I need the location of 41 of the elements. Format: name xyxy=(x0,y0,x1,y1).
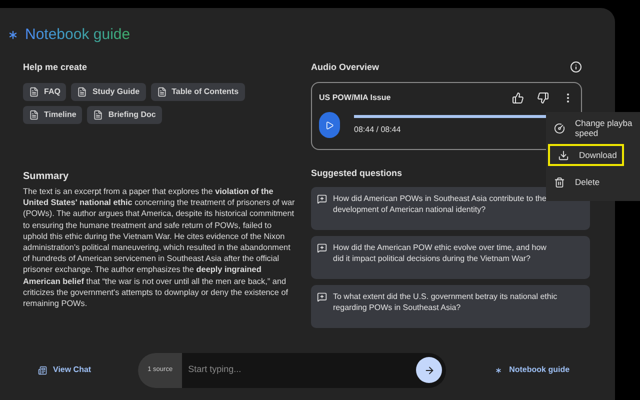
sparkle-icon xyxy=(494,366,504,374)
trash-icon xyxy=(554,176,565,188)
thumbs-up-icon[interactable] xyxy=(512,92,524,104)
chat-add-icon xyxy=(317,242,327,252)
document-icon xyxy=(77,87,88,97)
play-icon xyxy=(325,120,334,130)
chat-add-icon xyxy=(317,194,327,204)
time-text: 08:44 / 08:44 xyxy=(354,124,401,136)
menu-item[interactable]: Download xyxy=(548,144,624,166)
document-icon xyxy=(29,110,39,120)
track-title: US POW/MIA Issue xyxy=(319,92,392,104)
download-icon xyxy=(558,150,569,160)
question-text: How did the American POW ethic evolve over time, and how did it impact political decisions during the Vietnam War? xyxy=(333,242,548,265)
question-text: To what extent did the U.S. government betray its national ethic regarding POWs in Southeast Asia? xyxy=(333,290,558,314)
section-heading: Audio Overview xyxy=(311,60,380,74)
info-icon[interactable] xyxy=(570,61,582,74)
question-card[interactable]: To what extent did the U.S. government betray its national ethic regarding POWs in Southeast Asia? xyxy=(311,284,590,328)
message-field[interactable]: Start typing... xyxy=(182,363,416,377)
document-icon xyxy=(156,87,167,97)
section-heading: Summary xyxy=(23,170,70,184)
send-button[interactable] xyxy=(416,357,442,383)
chat-add-icon xyxy=(317,292,327,302)
document-icon xyxy=(93,110,104,120)
view-chat-link[interactable]: View Chat xyxy=(38,364,92,376)
create-chip[interactable]: Briefing Doc xyxy=(87,106,162,124)
create-chip[interactable]: FAQ xyxy=(23,83,66,101)
question-card[interactable]: How did the American POW ethic evolve over time, and how did it impact political decisions during the Vietnam War? xyxy=(311,236,590,278)
summary-text: The text is an excerpt from a paper that explores the violation of the United States' national ethic concerning the treatment of prisoners of war (POWs). The author argues that America, despite its historical commitment to ensuring the humane treatment and safe return of POWs, failed to uphold this ethic during the Vietnam War. He cites evidence of the Nixon administration's political maneuvering, which resulted in the abandonment of hundreds of American servicemen in Southeast Asia after the official prisoner exchange. The author emphasizes the deeply ingrained American belief that “the war is not over until all the men are back,” and criticizes the government's attempts to downplay or deny the existence of remaining POWs. xyxy=(23,186,295,310)
section-heading: Help me create xyxy=(23,60,88,74)
menu-item[interactable]: Change playba speed xyxy=(546,115,640,141)
create-chip[interactable]: Table of Contents xyxy=(150,83,245,101)
play-button[interactable] xyxy=(319,112,340,138)
question-card[interactable]: How did American POWs in Southeast Asia contribute to the development of American national identity? xyxy=(311,186,590,230)
create-chip[interactable]: Timeline xyxy=(23,106,82,124)
arrow-right-icon xyxy=(424,364,435,376)
create-chip[interactable]: Study Guide xyxy=(71,83,146,101)
notebook-guide-link[interactable]: Notebook guide xyxy=(494,364,570,376)
thumbs-down-icon[interactable] xyxy=(537,92,549,104)
section-heading: Suggested questions xyxy=(311,167,404,180)
question-text: How did American POWs in Southeast Asia contribute to the development of American national identity? xyxy=(333,192,548,216)
document-icon xyxy=(29,87,39,97)
